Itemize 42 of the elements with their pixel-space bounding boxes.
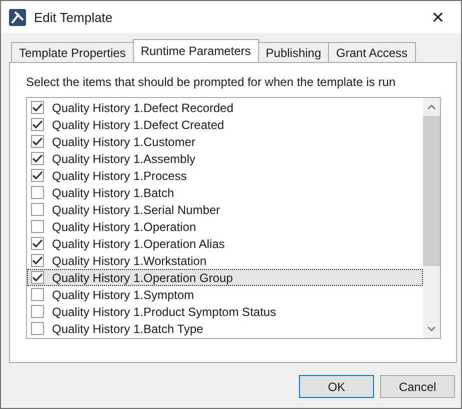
list-item[interactable]: Quality History 1.Assembly [27, 150, 423, 167]
list-item[interactable]: Quality History 1.Defect Created [27, 116, 423, 133]
app-icon [9, 8, 26, 26]
close-button[interactable]: ✕ [415, 1, 461, 33]
checkbox[interactable] [31, 322, 44, 335]
tab[interactable]: Template Properties [11, 42, 134, 62]
instruction-text: Select the items that should be prompted for when the template is run [26, 75, 397, 89]
list-item[interactable]: Quality History 1.Customer [27, 133, 423, 150]
list-item[interactable]: Quality History 1.Batch [27, 184, 423, 201]
checkbox[interactable] [31, 254, 44, 267]
list-item[interactable]: Quality History 1.Defect Recorded [27, 99, 423, 116]
list-item[interactable]: Quality History 1.Batch Type [27, 320, 423, 337]
scroll-down-icon[interactable] [427, 326, 436, 332]
checkbox[interactable] [31, 305, 44, 318]
checkbox[interactable] [31, 135, 44, 148]
list-item[interactable]: Quality History 1.Symptom [27, 286, 423, 303]
list-item[interactable]: Quality History 1.Workstation [27, 252, 423, 269]
checkbox[interactable] [31, 203, 44, 216]
checkbox[interactable] [31, 186, 44, 199]
list-item[interactable]: Quality History 1.Operation Alias [27, 235, 423, 252]
checkbox[interactable] [31, 101, 44, 114]
tab[interactable]: Runtime Parameters [132, 39, 259, 62]
checkbox[interactable] [31, 220, 44, 233]
dialog-button[interactable]: Cancel [380, 375, 455, 398]
tab[interactable]: Grant Access [328, 42, 416, 62]
checkbox[interactable] [31, 271, 44, 284]
window-title: Edit Template [34, 10, 114, 24]
tab[interactable]: Publishing [258, 42, 330, 62]
scrollbar-thumb[interactable] [423, 116, 440, 266]
scrollbar[interactable] [423, 98, 440, 338]
checkbox[interactable] [31, 169, 44, 182]
checkbox[interactable] [31, 118, 44, 131]
scroll-up-icon[interactable] [427, 104, 436, 110]
checkbox[interactable] [31, 152, 44, 165]
list-item[interactable]: Quality History 1.Operation Group [27, 269, 423, 286]
list-item[interactable]: Quality History 1.Process [27, 167, 423, 184]
checkbox[interactable] [31, 288, 44, 301]
checkbox[interactable] [31, 237, 44, 250]
list-item[interactable]: Quality History 1.Operation [27, 218, 423, 235]
dialog-button[interactable]: OK [299, 375, 374, 398]
list-item[interactable]: Quality History 1.Serial Number [27, 201, 423, 218]
list-item[interactable]: Quality History 1.Product Symptom Status [27, 303, 423, 320]
